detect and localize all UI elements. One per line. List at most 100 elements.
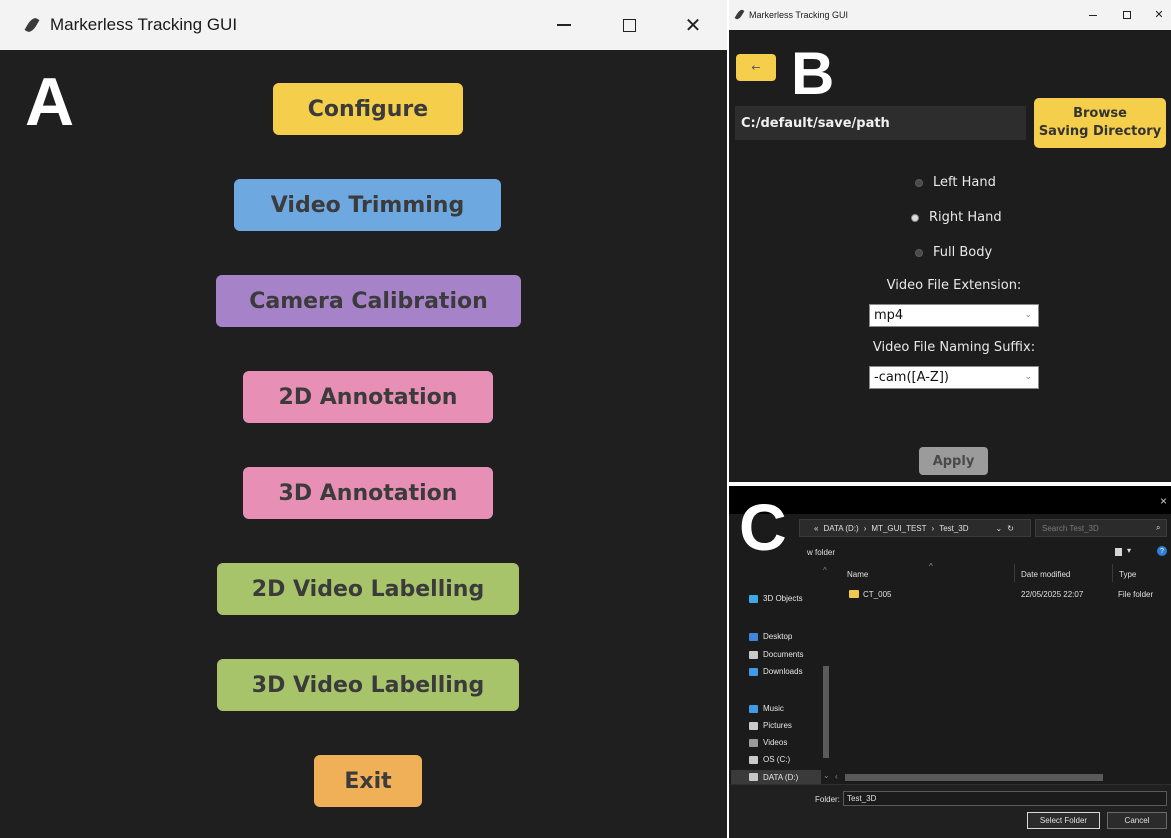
close-icon: ✕ (1154, 7, 1164, 21)
radio-indicator (911, 213, 919, 222)
button-label: 3D Annotation (278, 480, 458, 506)
row-date: 22/05/2025 22:07 (1021, 590, 1084, 599)
camera-calibration-button[interactable]: Camera Calibration (216, 275, 521, 327)
row-name: CT_005 (863, 590, 892, 599)
horizontal-scrollbar[interactable]: ‹ (833, 772, 1167, 782)
search-input[interactable]: Search Test_3D ⌕ (1035, 519, 1167, 537)
browse-label-line1: Browse (1073, 106, 1127, 121)
button-label: Exit (344, 768, 392, 794)
video-extension-select[interactable]: mp4 ⌄ (869, 304, 1039, 327)
nav-item[interactable]: 3D Objects (749, 594, 803, 603)
drive-c-icon (749, 755, 758, 764)
breadcrumb-folder[interactable]: MT_GUI_TEST (871, 524, 926, 533)
nav-item[interactable]: OS (C:) (749, 755, 790, 764)
feather-icon (734, 8, 745, 21)
select-folder-button[interactable]: Select Folder (1027, 812, 1100, 829)
feather-icon (24, 16, 40, 34)
nav-item[interactable]: Desktop (749, 632, 792, 641)
view-icon[interactable] (1115, 548, 1122, 556)
table-row[interactable]: CT_005 22/05/2025 22:07 File folder (847, 588, 1167, 602)
3d-video-labelling-button[interactable]: 3D Video Labelling (217, 659, 519, 711)
button-label: 3D Video Labelling (251, 672, 485, 698)
cancel-button[interactable]: Cancel (1107, 812, 1167, 829)
radio-right-hand[interactable]: Right Hand (911, 210, 1002, 225)
minimize-button[interactable] (1083, 6, 1103, 24)
nav-item-label: OS (C:) (763, 755, 791, 764)
column-name[interactable]: Name (847, 570, 868, 579)
back-button[interactable]: ← (736, 54, 776, 81)
window-title: Markerless Tracking GUI (50, 15, 238, 34)
browse-saving-directory-button[interactable]: Browse Saving Directory (1034, 98, 1166, 148)
refresh-icon[interactable]: ↻ (1007, 524, 1014, 533)
maximize-button[interactable] (1117, 6, 1137, 24)
desktop-icon (749, 632, 758, 641)
search-placeholder: Search Test_3D (1042, 524, 1099, 533)
radio-label: Left Hand (933, 175, 996, 190)
dialog-title-bar: × (729, 486, 1171, 514)
navigation-pane: 3D Objects Desktop Documents Downloads Music… (729, 566, 821, 786)
nav-item-label: Documents (763, 650, 804, 659)
maximize-button[interactable] (611, 8, 647, 42)
nav-item[interactable]: DATA (D:) (731, 770, 821, 784)
title-bar: Markerless Tracking GUI ✕ (729, 0, 1171, 30)
panel-letter-b: B (791, 40, 835, 107)
breadcrumb-back[interactable]: « (814, 524, 818, 533)
nav-item[interactable]: Pictures (749, 721, 792, 730)
radio-full-body[interactable]: Full Body (915, 245, 992, 260)
search-icon: ⌕ (1156, 523, 1161, 532)
nav-item-label: Videos (763, 738, 788, 747)
radio-indicator (915, 248, 923, 257)
new-folder-button[interactable]: w folder (807, 548, 835, 557)
video-suffix-select[interactable]: -cam([A-Z]) ⌄ (869, 366, 1039, 389)
breadcrumb-separator: › (931, 523, 935, 533)
nav-item[interactable]: Downloads (749, 667, 803, 676)
scroll-up-icon[interactable]: ^ (823, 566, 827, 575)
nav-item-label: Pictures (763, 721, 792, 730)
drive-d-icon (749, 773, 758, 781)
folder-name-input[interactable]: Test_3D (843, 791, 1167, 806)
column-date-modified[interactable]: Date modified (1021, 570, 1070, 579)
nav-item[interactable]: Documents (749, 650, 803, 659)
documents-icon (749, 650, 758, 659)
breadcrumb-current[interactable]: Test_3D (939, 524, 968, 533)
radio-left-hand[interactable]: Left Hand (915, 175, 996, 190)
radio-label: Right Hand (929, 210, 1002, 225)
radio-label: Full Body (933, 245, 993, 260)
close-icon[interactable]: × (1160, 494, 1167, 508)
arrow-left-icon: ← (751, 61, 761, 74)
folder-picker-dialog: × C « DATA (D:) › MT_GUI_TEST › Test_3D … (729, 486, 1171, 838)
video-trimming-button[interactable]: Video Trimming (234, 179, 501, 231)
breadcrumb-drive[interactable]: DATA (D:) (823, 524, 858, 533)
minimize-button[interactable] (546, 8, 582, 42)
nav-scrollbar[interactable]: ^ ⌄ (821, 566, 831, 784)
help-icon[interactable]: ? (1157, 546, 1167, 556)
button-label: Configure (307, 96, 429, 122)
exit-button[interactable]: Exit (314, 755, 422, 807)
2d-annotation-button[interactable]: 2D Annotation (243, 371, 493, 423)
save-path-field[interactable]: C:/default/save/path (735, 106, 1026, 140)
close-button[interactable]: ✕ (1149, 5, 1169, 23)
nav-item[interactable]: Music (749, 704, 784, 713)
configure-button[interactable]: Configure (273, 83, 463, 135)
scroll-left-icon[interactable]: ‹ (835, 772, 838, 781)
chevron-down-icon[interactable]: ⌄ (996, 524, 1003, 533)
3d-annotation-button[interactable]: 3D Annotation (243, 467, 493, 519)
video-extension-value: mp4 (874, 308, 904, 323)
close-button[interactable]: ✕ (675, 8, 711, 42)
video-suffix-value: -cam([A-Z]) (874, 370, 949, 385)
2d-video-labelling-button[interactable]: 2D Video Labelling (217, 563, 519, 615)
cancel-label: Cancel (1124, 816, 1150, 825)
apply-button[interactable]: Apply (919, 447, 988, 475)
column-divider (1014, 564, 1015, 582)
breadcrumb[interactable]: « DATA (D:) › MT_GUI_TEST › Test_3D ⌄ ↻ (799, 519, 1031, 537)
column-type[interactable]: Type (1119, 570, 1136, 579)
scrollbar-thumb[interactable] (845, 774, 1103, 781)
panel-letter-a: A (25, 64, 75, 140)
chevron-down-icon[interactable]: ▾ (1127, 546, 1131, 555)
panel-letter-c: C (739, 490, 787, 564)
videos-icon (749, 738, 758, 747)
nav-item[interactable]: Videos (749, 738, 787, 747)
scrollbar-thumb[interactable] (823, 666, 829, 758)
scroll-down-icon[interactable]: ⌄ (823, 771, 830, 780)
pictures-icon (749, 721, 758, 730)
